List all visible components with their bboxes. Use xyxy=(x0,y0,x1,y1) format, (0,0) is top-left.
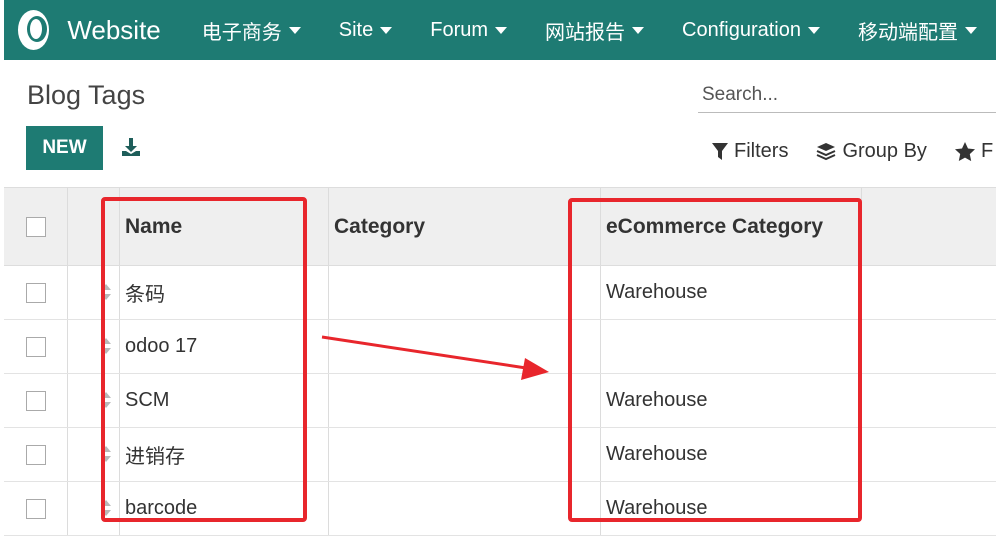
row-checkbox-cell xyxy=(26,266,46,319)
caret-down-icon xyxy=(808,26,820,34)
filters-toggle[interactable]: Filters xyxy=(712,140,788,163)
row-checkbox[interactable] xyxy=(26,444,46,465)
column-header-category[interactable]: Category xyxy=(334,188,425,265)
row-checkbox[interactable] xyxy=(26,390,46,411)
caret-down-icon xyxy=(965,26,977,34)
odoo-logo-icon[interactable] xyxy=(18,10,50,50)
menu-configuration[interactable]: Configuration xyxy=(663,19,839,42)
annotation-box-name-column xyxy=(101,197,307,522)
download-icon[interactable] xyxy=(120,136,142,158)
search-input[interactable] xyxy=(698,78,996,113)
app-window: Website 电子商务 Site Forum 网站报告 Configurati… xyxy=(4,0,996,537)
caret-down-icon xyxy=(288,26,301,34)
groupby-toggle[interactable]: Group By xyxy=(816,140,927,163)
row-checkbox[interactable] xyxy=(26,336,46,357)
row-checkbox-cell xyxy=(26,482,46,535)
row-checkbox[interactable] xyxy=(26,498,46,519)
page-title: Blog Tags xyxy=(27,80,146,110)
menu-ecommerce[interactable]: 电子商务 xyxy=(183,16,320,45)
app-name[interactable]: Website xyxy=(67,15,160,46)
menu-website-reports[interactable]: 网站报告 xyxy=(526,16,663,45)
layers-icon xyxy=(817,142,836,160)
star-icon xyxy=(954,142,975,161)
caret-down-icon xyxy=(632,26,645,34)
top-navbar: Website 电子商务 Site Forum 网站报告 Configurati… xyxy=(4,0,996,60)
filter-icon xyxy=(712,142,728,160)
search-options: Filters Group By F xyxy=(712,140,996,163)
row-checkbox[interactable] xyxy=(26,282,46,303)
row-checkbox-cell xyxy=(26,428,46,481)
new-button[interactable]: NEW xyxy=(26,126,103,170)
select-all-checkbox[interactable] xyxy=(26,216,46,237)
row-checkbox-cell xyxy=(26,374,46,427)
menu-forum[interactable]: Forum xyxy=(411,19,526,42)
caret-down-icon xyxy=(495,26,508,34)
annotation-box-ecommerce-column xyxy=(568,198,862,522)
row-checkbox-cell xyxy=(26,320,46,373)
menu-site[interactable]: Site xyxy=(320,19,411,42)
menu-mobile-config[interactable]: 移动端配置 xyxy=(839,16,996,45)
select-all-checkbox-cell xyxy=(26,188,46,265)
caret-down-icon xyxy=(380,26,393,34)
favorites-toggle[interactable]: F xyxy=(954,140,993,163)
